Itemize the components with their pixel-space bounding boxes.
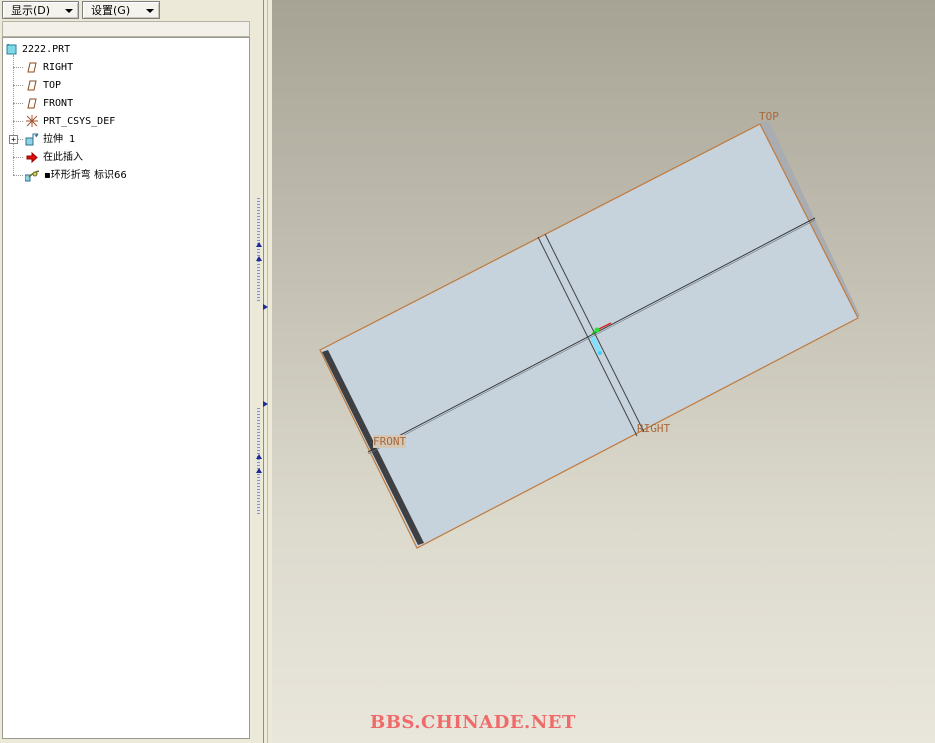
model-tree-panel: 显示(D) 设置(G) 2222.PRT RIGHT TOP FRONT PRT… xyxy=(0,0,253,743)
chevron-down-icon xyxy=(146,9,154,13)
tree-item-label: 拉伸 1 xyxy=(43,134,76,145)
splitter-grip[interactable] xyxy=(257,408,260,514)
top-datum-label: TOP xyxy=(759,110,779,123)
tree-connector xyxy=(13,121,23,122)
chevron-down-icon xyxy=(65,9,73,13)
front-datum-label: FRONT xyxy=(373,435,407,448)
expand-right-icon[interactable] xyxy=(263,304,268,310)
tree-item-label: TOP xyxy=(43,80,62,91)
tree-connector xyxy=(13,103,23,104)
expand-right-icon[interactable] xyxy=(263,401,268,407)
collapse-arrow-icon[interactable] xyxy=(256,468,262,473)
tree-item-label: ▪环形折弯 标识66 xyxy=(44,170,127,181)
toroidal-bend-icon xyxy=(24,169,41,182)
collapse-arrow-icon[interactable] xyxy=(256,242,262,247)
part-icon xyxy=(6,43,18,55)
collapse-arrow-icon[interactable] xyxy=(256,454,262,459)
model-view[interactable] xyxy=(272,0,935,743)
collapse-arrow-icon[interactable] xyxy=(256,256,262,261)
watermark-text: BBS.CHINADE.NET xyxy=(370,712,576,733)
splitter-line xyxy=(263,0,264,743)
settings-menu-button[interactable]: 设置(G) xyxy=(82,1,160,19)
extrude-feature-icon xyxy=(25,133,39,146)
display-menu-label: 显示(D) xyxy=(11,4,51,17)
csys-z-point xyxy=(598,351,602,355)
display-menu-button[interactable]: 显示(D) xyxy=(2,1,79,19)
tree-item-label: FRONT xyxy=(43,98,74,109)
tree-item-label: 2222.PRT xyxy=(22,44,71,55)
panel-splitter[interactable] xyxy=(253,0,272,743)
tree-column-header xyxy=(2,21,250,37)
datum-plane-icon xyxy=(25,98,37,109)
right-datum-label: RIGHT xyxy=(637,422,671,435)
tree-item-label: 在此插入 xyxy=(43,152,83,163)
tree-connector xyxy=(13,85,23,86)
tree-item-label: PRT_CSYS_DEF xyxy=(43,116,116,127)
splitter-line xyxy=(267,0,268,743)
csys-origin xyxy=(594,327,600,333)
settings-menu-label: 设置(G) xyxy=(91,4,131,17)
graphics-viewport[interactable]: TOP FRONT RIGHT BBS.CHINADE.NET xyxy=(272,0,935,743)
model-tree[interactable]: 2222.PRT RIGHT TOP FRONT PRT_CSYS_DEF + … xyxy=(2,37,250,739)
expand-toggle-icon[interactable]: + xyxy=(9,135,18,144)
insert-here-arrow-icon xyxy=(26,151,38,164)
splitter-grip[interactable] xyxy=(257,198,260,302)
tree-connector xyxy=(13,67,23,68)
datum-plane-icon xyxy=(25,80,37,91)
datum-plane-icon xyxy=(25,62,37,73)
tree-connector xyxy=(13,175,23,176)
coordinate-system-icon xyxy=(25,114,39,128)
tree-connector xyxy=(13,157,23,158)
tree-item-label: RIGHT xyxy=(43,62,74,73)
